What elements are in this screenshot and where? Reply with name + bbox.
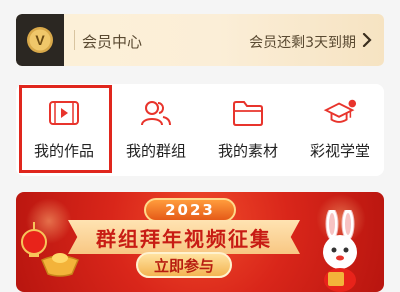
group-users-icon <box>139 98 173 128</box>
selection-highlight <box>19 85 112 173</box>
shortcut-label: 彩视学堂 <box>309 142 370 160</box>
vip-crown-icon: V <box>27 27 53 53</box>
banner-title: 群组拜年视频征集 <box>96 226 272 251</box>
chevron-right-icon <box>362 33 372 47</box>
promo-banner[interactable]: 2023 群组拜年视频征集 立即参与 <box>16 192 384 292</box>
vip-badge: V <box>16 14 64 66</box>
graduation-cap-icon <box>323 98 357 128</box>
banner-ribbon: 群组拜年视频征集 <box>68 220 300 254</box>
join-now-button[interactable]: 立即参与 <box>136 252 232 278</box>
shortcut-video-academy[interactable]: 彩视学堂 <box>294 84 386 176</box>
shortcut-label: 我的素材 <box>217 142 278 160</box>
folder-icon <box>231 98 265 128</box>
shortcut-label: 我的群组 <box>125 142 186 160</box>
shortcut-my-groups[interactable]: 我的群组 <box>110 84 202 176</box>
svg-text:V: V <box>35 32 45 48</box>
vip-title: 会员中心 <box>82 33 143 51</box>
year-badge: 2023 <box>144 198 236 222</box>
vip-center-bar[interactable]: V 会员中心 会员还剩3天到期 <box>16 14 384 66</box>
vip-divider <box>74 30 75 50</box>
vip-expiry-status: 会员还剩3天到期 <box>249 35 356 51</box>
shortcut-my-materials[interactable]: 我的素材 <box>202 84 294 176</box>
